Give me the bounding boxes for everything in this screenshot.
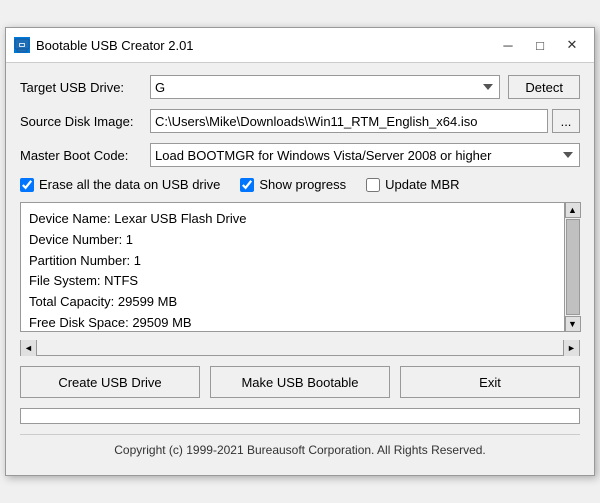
- info-line-5: Total Capacity: 29599 MB: [29, 292, 561, 313]
- info-line-6: Free Disk Space: 29509 MB: [29, 313, 561, 332]
- browse-button[interactable]: ...: [552, 109, 580, 133]
- app-icon: [14, 37, 30, 53]
- update-mbr-checkbox-label[interactable]: Update MBR: [366, 177, 459, 192]
- vertical-scrollbar[interactable]: ▲ ▼: [564, 202, 580, 332]
- content-area: Target USB Drive: G Detect Source Disk I…: [6, 63, 594, 475]
- window-title: Bootable USB Creator 2.01: [36, 38, 494, 53]
- scroll-thumb[interactable]: [566, 219, 580, 315]
- source-disk-label: Source Disk Image:: [20, 114, 150, 129]
- progress-bar: [20, 408, 580, 424]
- source-disk-input[interactable]: [150, 109, 548, 133]
- info-line-1: Device Name: Lexar USB Flash Drive: [29, 209, 561, 230]
- master-boot-row: Master Boot Code: Load BOOTMGR for Windo…: [20, 143, 580, 167]
- info-line-4: File System: NTFS: [29, 271, 561, 292]
- info-box-wrap: Device Name: Lexar USB Flash Drive Devic…: [20, 202, 580, 332]
- progress-label: Show progress: [259, 177, 346, 192]
- master-boot-label: Master Boot Code:: [20, 148, 150, 163]
- erase-checkbox[interactable]: [20, 178, 34, 192]
- window-controls: ─ □ ✕: [494, 34, 586, 56]
- minimize-button[interactable]: ─: [494, 34, 522, 56]
- footer-separator: [20, 434, 580, 435]
- source-disk-controls: ...: [150, 109, 580, 133]
- info-line-3: Partition Number: 1: [29, 251, 561, 272]
- erase-label: Erase all the data on USB drive: [39, 177, 220, 192]
- detect-button[interactable]: Detect: [508, 75, 580, 99]
- action-buttons-row: Create USB Drive Make USB Bootable Exit: [20, 366, 580, 398]
- source-disk-row: Source Disk Image: ...: [20, 109, 580, 133]
- footer: Copyright (c) 1999-2021 Bureausoft Corpo…: [20, 443, 580, 463]
- close-button[interactable]: ✕: [558, 34, 586, 56]
- scroll-left-arrow[interactable]: ◄: [21, 340, 37, 356]
- scroll-right-arrow[interactable]: ►: [563, 340, 579, 356]
- maximize-button[interactable]: □: [526, 34, 554, 56]
- copyright-text: Copyright (c) 1999-2021 Bureausoft Corpo…: [114, 443, 486, 457]
- target-usb-controls: G Detect: [150, 75, 580, 99]
- target-usb-select[interactable]: G: [150, 75, 500, 99]
- checkboxes-row: Erase all the data on USB drive Show pro…: [20, 177, 580, 192]
- main-window: Bootable USB Creator 2.01 ─ □ ✕ Target U…: [5, 27, 595, 476]
- update-mbr-label: Update MBR: [385, 177, 459, 192]
- scroll-down-arrow[interactable]: ▼: [565, 316, 581, 332]
- info-line-2: Device Number: 1: [29, 230, 561, 251]
- master-boot-controls: Load BOOTMGR for Windows Vista/Server 20…: [150, 143, 580, 167]
- progress-checkbox[interactable]: [240, 178, 254, 192]
- horizontal-scrollbar[interactable]: ◄ ►: [20, 340, 580, 356]
- title-bar: Bootable USB Creator 2.01 ─ □ ✕: [6, 28, 594, 63]
- target-usb-row: Target USB Drive: G Detect: [20, 75, 580, 99]
- update-mbr-checkbox[interactable]: [366, 178, 380, 192]
- master-boot-select[interactable]: Load BOOTMGR for Windows Vista/Server 20…: [150, 143, 580, 167]
- progress-checkbox-label[interactable]: Show progress: [240, 177, 346, 192]
- make-bootable-button[interactable]: Make USB Bootable: [210, 366, 390, 398]
- target-usb-label: Target USB Drive:: [20, 80, 150, 95]
- create-usb-button[interactable]: Create USB Drive: [20, 366, 200, 398]
- erase-checkbox-label[interactable]: Erase all the data on USB drive: [20, 177, 220, 192]
- info-box[interactable]: Device Name: Lexar USB Flash Drive Devic…: [20, 202, 580, 332]
- scroll-up-arrow[interactable]: ▲: [565, 202, 581, 218]
- exit-button[interactable]: Exit: [400, 366, 580, 398]
